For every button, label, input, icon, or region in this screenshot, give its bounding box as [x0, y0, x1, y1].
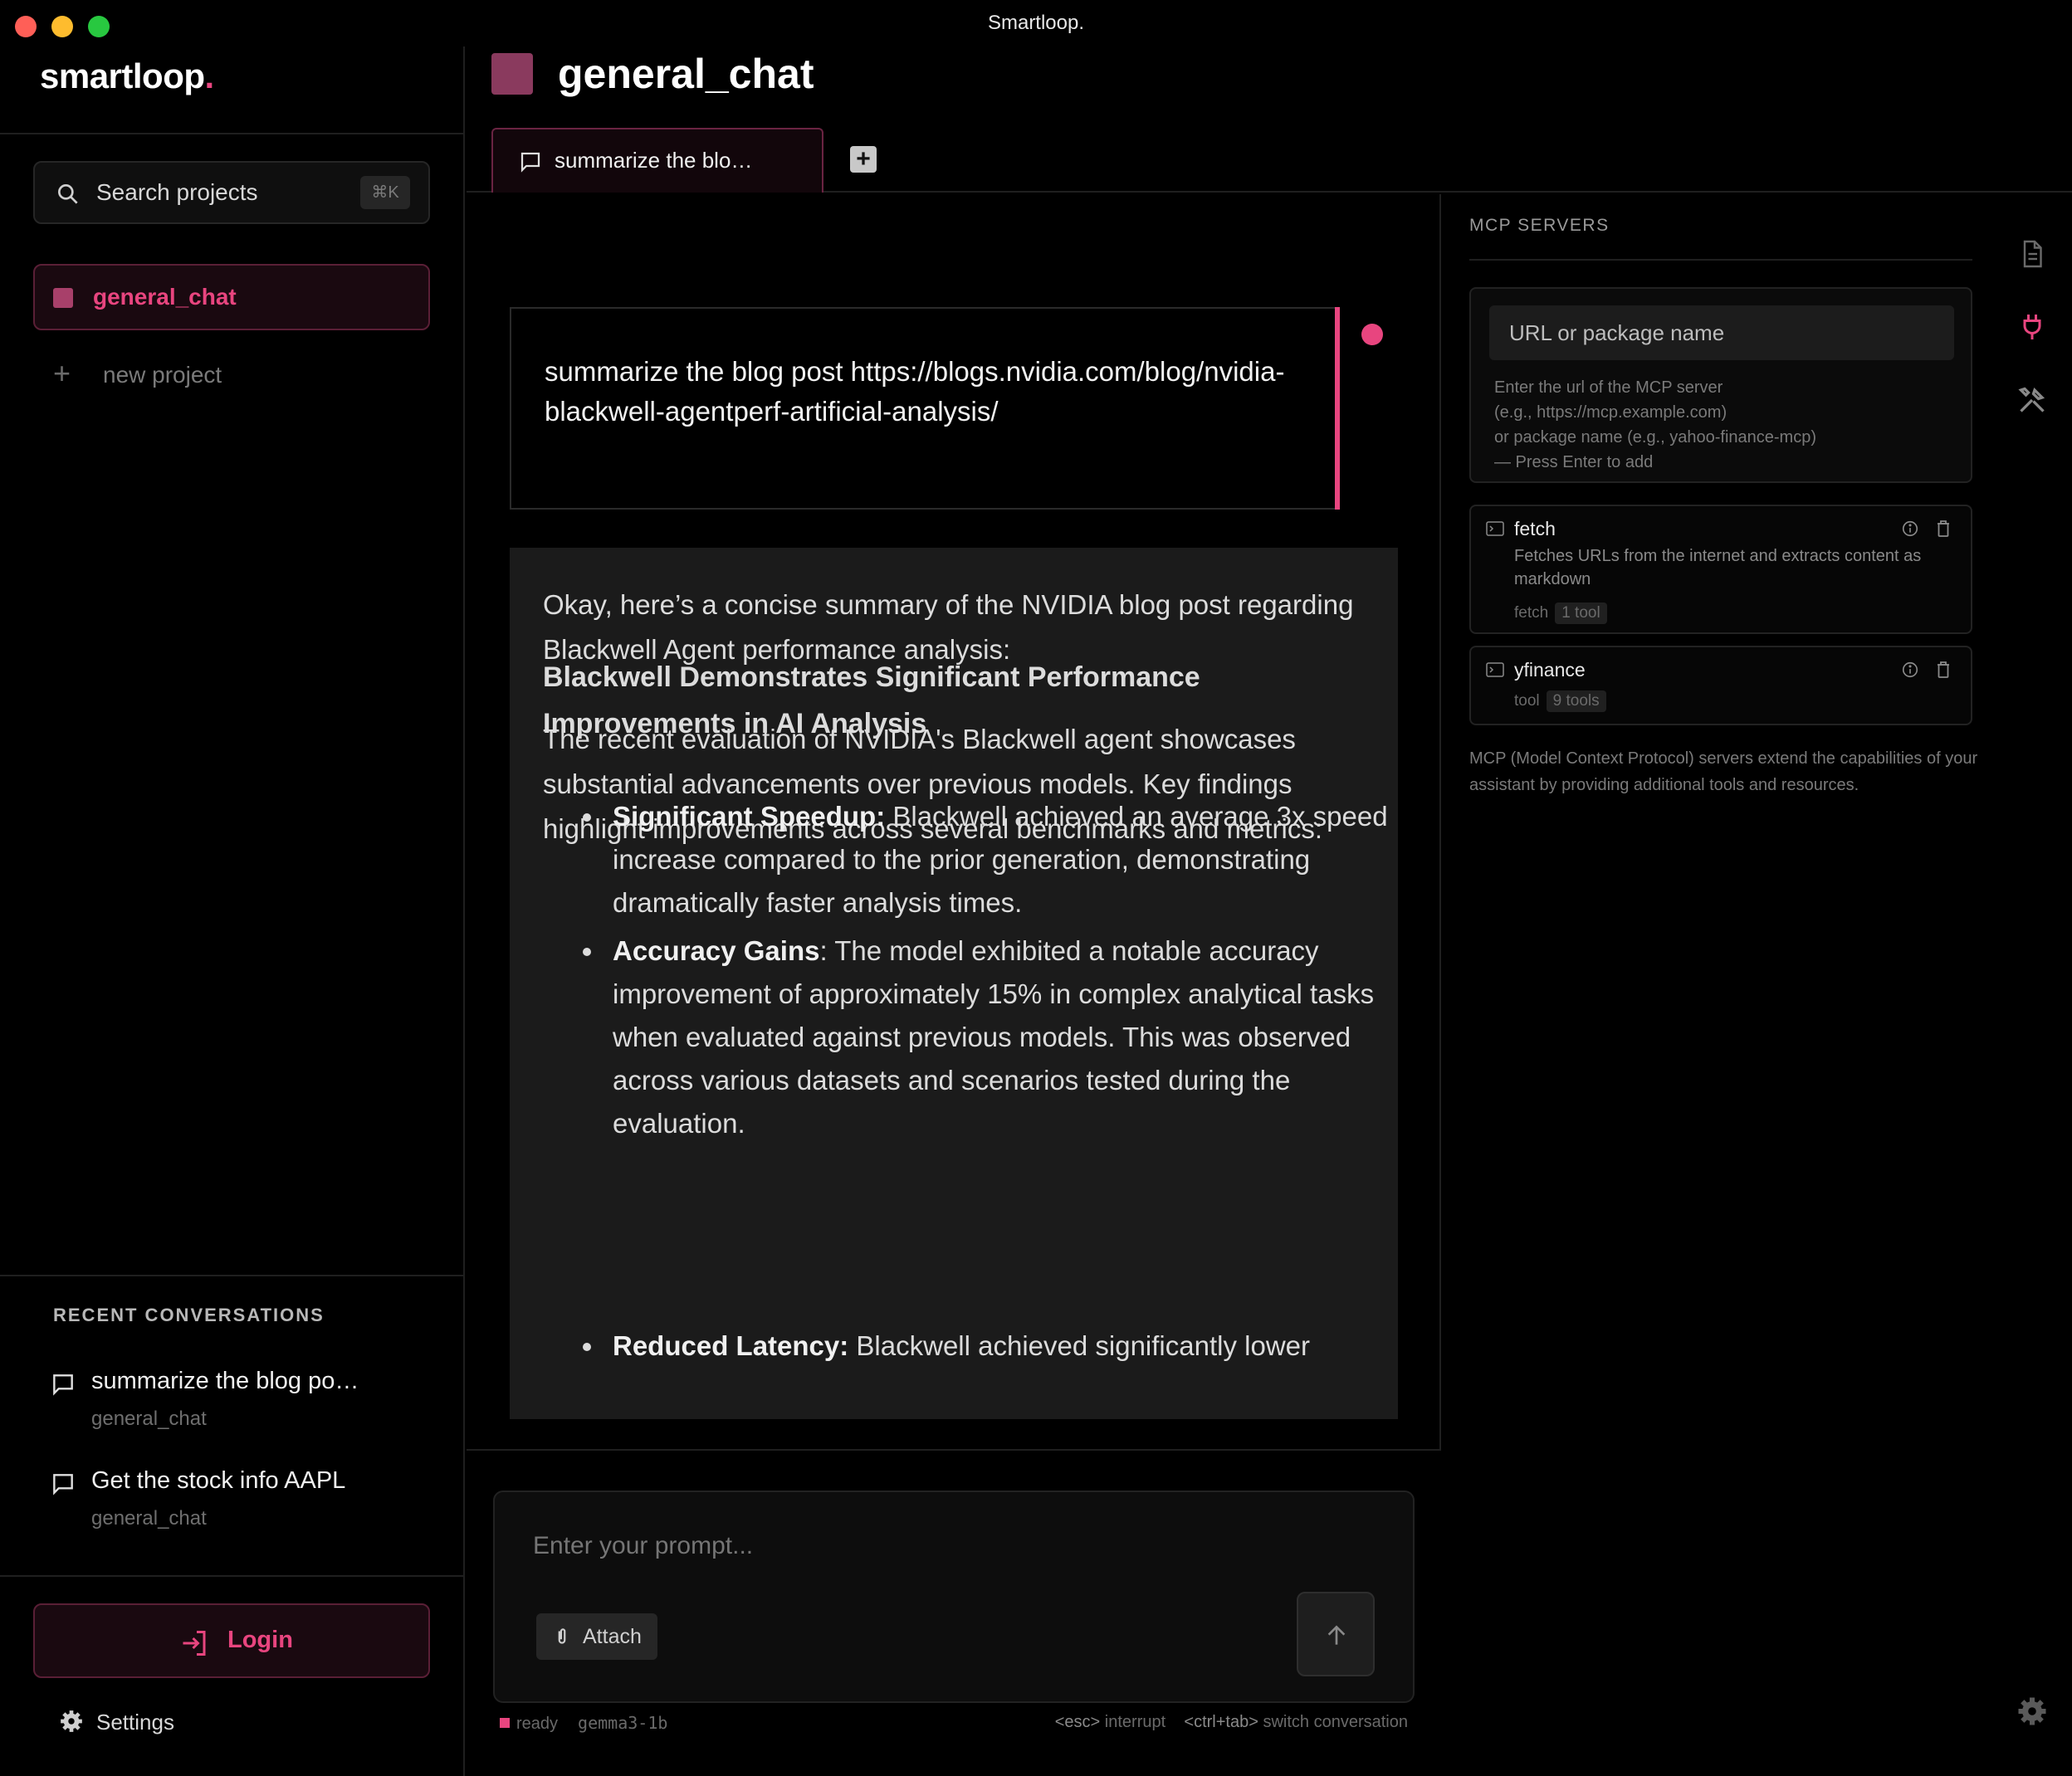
login-label: Login — [227, 1627, 293, 1653]
tools-icon[interactable] — [2017, 385, 2047, 415]
window-title: Smartloop. — [987, 12, 1085, 34]
mcp-url-input[interactable]: URL or package name — [1489, 305, 1954, 360]
gear-icon[interactable] — [2017, 1696, 2047, 1726]
conversation-project: general_chat — [91, 1507, 207, 1530]
login-icon — [183, 1631, 206, 1656]
bullet-dot — [583, 813, 591, 822]
bullet-dot — [583, 948, 591, 956]
mcp-server-card-yfinance[interactable]: yfinance tool 9 tools — [1469, 646, 1972, 725]
search-label: Search projects — [96, 179, 258, 205]
project-color-swatch — [53, 288, 73, 308]
mcp-footer-text: MCP (Model Context Protocol) servers ext… — [1469, 749, 1978, 794]
terminal-icon — [1486, 521, 1504, 536]
conversation-item[interactable]: Get the stock info AAPL general_chat — [50, 1467, 440, 1550]
project-item-general-chat[interactable]: general_chat — [33, 264, 430, 330]
tool-count-badge: 9 tools — [1546, 690, 1606, 712]
recent-conversations-heading: RECENT CONVERSATIONS — [53, 1305, 325, 1325]
server-meta: fetch 1 tool — [1514, 603, 1607, 624]
prompt-input[interactable] — [533, 1532, 1280, 1560]
attach-button[interactable]: Attach — [536, 1613, 657, 1660]
search-icon — [58, 184, 78, 204]
search-projects[interactable]: Search projects ⌘K — [33, 161, 430, 224]
trash-icon[interactable] — [1936, 661, 1951, 679]
divider — [1469, 259, 1972, 261]
divider — [0, 133, 463, 134]
status-indicator — [500, 1718, 510, 1728]
user-message-accent — [1335, 307, 1340, 510]
divider — [0, 1575, 463, 1577]
divider — [0, 1275, 463, 1276]
mcp-help-text: Enter the url of the MCP server (e.g., h… — [1494, 378, 1816, 471]
plus-icon: + — [53, 356, 71, 390]
chat-area[interactable]: summarize the blog post https://blogs.nv… — [467, 194, 1441, 1449]
server-description: Fetches URLs from the internet and extra… — [1514, 547, 1922, 588]
trash-icon[interactable] — [1936, 520, 1951, 538]
server-name: yfinance — [1514, 659, 1586, 681]
terminal-icon — [1486, 662, 1504, 677]
mcp-servers-panel: MCP SERVERS URL or package name Enter th… — [1443, 194, 1991, 1776]
mcp-add-server: URL or package name Enter the url of the… — [1469, 287, 1972, 483]
search-shortcut: ⌘K — [360, 176, 410, 209]
assistant-message: Okay, here’s a concise summary of the NV… — [510, 548, 1398, 1419]
tool-count-badge: 1 tool — [1555, 603, 1607, 624]
brand-logo: smartloop. — [40, 56, 214, 95]
mcp-heading: MCP SERVERS — [1469, 216, 1610, 235]
conversation-project: general_chat — [91, 1408, 207, 1430]
project-header: general_chat summarize the blo… + — [467, 46, 2072, 193]
attach-label: Attach — [583, 1625, 642, 1648]
divider — [467, 1449, 1441, 1451]
conversation-item[interactable]: summarize the blog po… general_chat — [50, 1368, 440, 1451]
title-bar: Smartloop. — [0, 0, 2072, 46]
chat-bubble-icon — [53, 1374, 73, 1396]
tab-label: summarize the blo… — [555, 148, 753, 173]
chat-bubble-icon — [520, 152, 540, 173]
document-icon[interactable] — [2017, 239, 2047, 269]
plug-icon[interactable] — [2017, 312, 2047, 342]
chat-bubble-icon — [53, 1474, 73, 1495]
info-icon[interactable] — [1901, 520, 1919, 538]
project-name: general_chat — [93, 284, 237, 310]
page-title: general_chat — [558, 51, 814, 97]
send-button[interactable] — [1297, 1592, 1375, 1676]
bullet-dot — [583, 1343, 591, 1351]
user-message-text: summarize the blog post https://blogs.nv… — [545, 356, 1285, 427]
status-bar: ready gemma3-1b — [500, 1713, 667, 1734]
login-button[interactable]: Login — [33, 1603, 430, 1678]
model-name: gemma3-1b — [578, 1713, 668, 1733]
server-meta: tool 9 tools — [1514, 690, 1606, 712]
settings-label: Settings — [96, 1710, 174, 1735]
conversation-title: Get the stock info AAPL — [91, 1467, 346, 1494]
keyboard-hints: <esc> interrupt <ctrl+tab> switch conver… — [1054, 1713, 1408, 1731]
prompt-composer: Attach — [493, 1491, 1415, 1703]
arrow-up-icon — [1327, 1625, 1346, 1645]
sidebar: smartloop. Search projects ⌘K general_ch… — [0, 46, 465, 1776]
user-message: summarize the blog post https://blogs.nv… — [510, 307, 1340, 510]
tab-conversation[interactable]: summarize the blo… — [491, 128, 823, 193]
gear-icon — [61, 1710, 82, 1732]
app-window: Smartloop. smartloop. Search projects ⌘K… — [0, 0, 2072, 1776]
user-indicator-dot — [1361, 324, 1383, 345]
paperclip-icon — [558, 1628, 566, 1644]
new-project-label: new project — [103, 362, 222, 388]
add-tab-button[interactable]: + — [850, 146, 877, 173]
mcp-server-card-fetch[interactable]: fetch Fetches URLs from the internet and… — [1469, 505, 1972, 634]
status-state: ready — [516, 1715, 559, 1733]
server-name: fetch — [1514, 518, 1556, 539]
info-icon[interactable] — [1901, 661, 1919, 679]
conversation-title: summarize the blog po… — [91, 1368, 359, 1394]
project-color-swatch — [491, 53, 533, 95]
